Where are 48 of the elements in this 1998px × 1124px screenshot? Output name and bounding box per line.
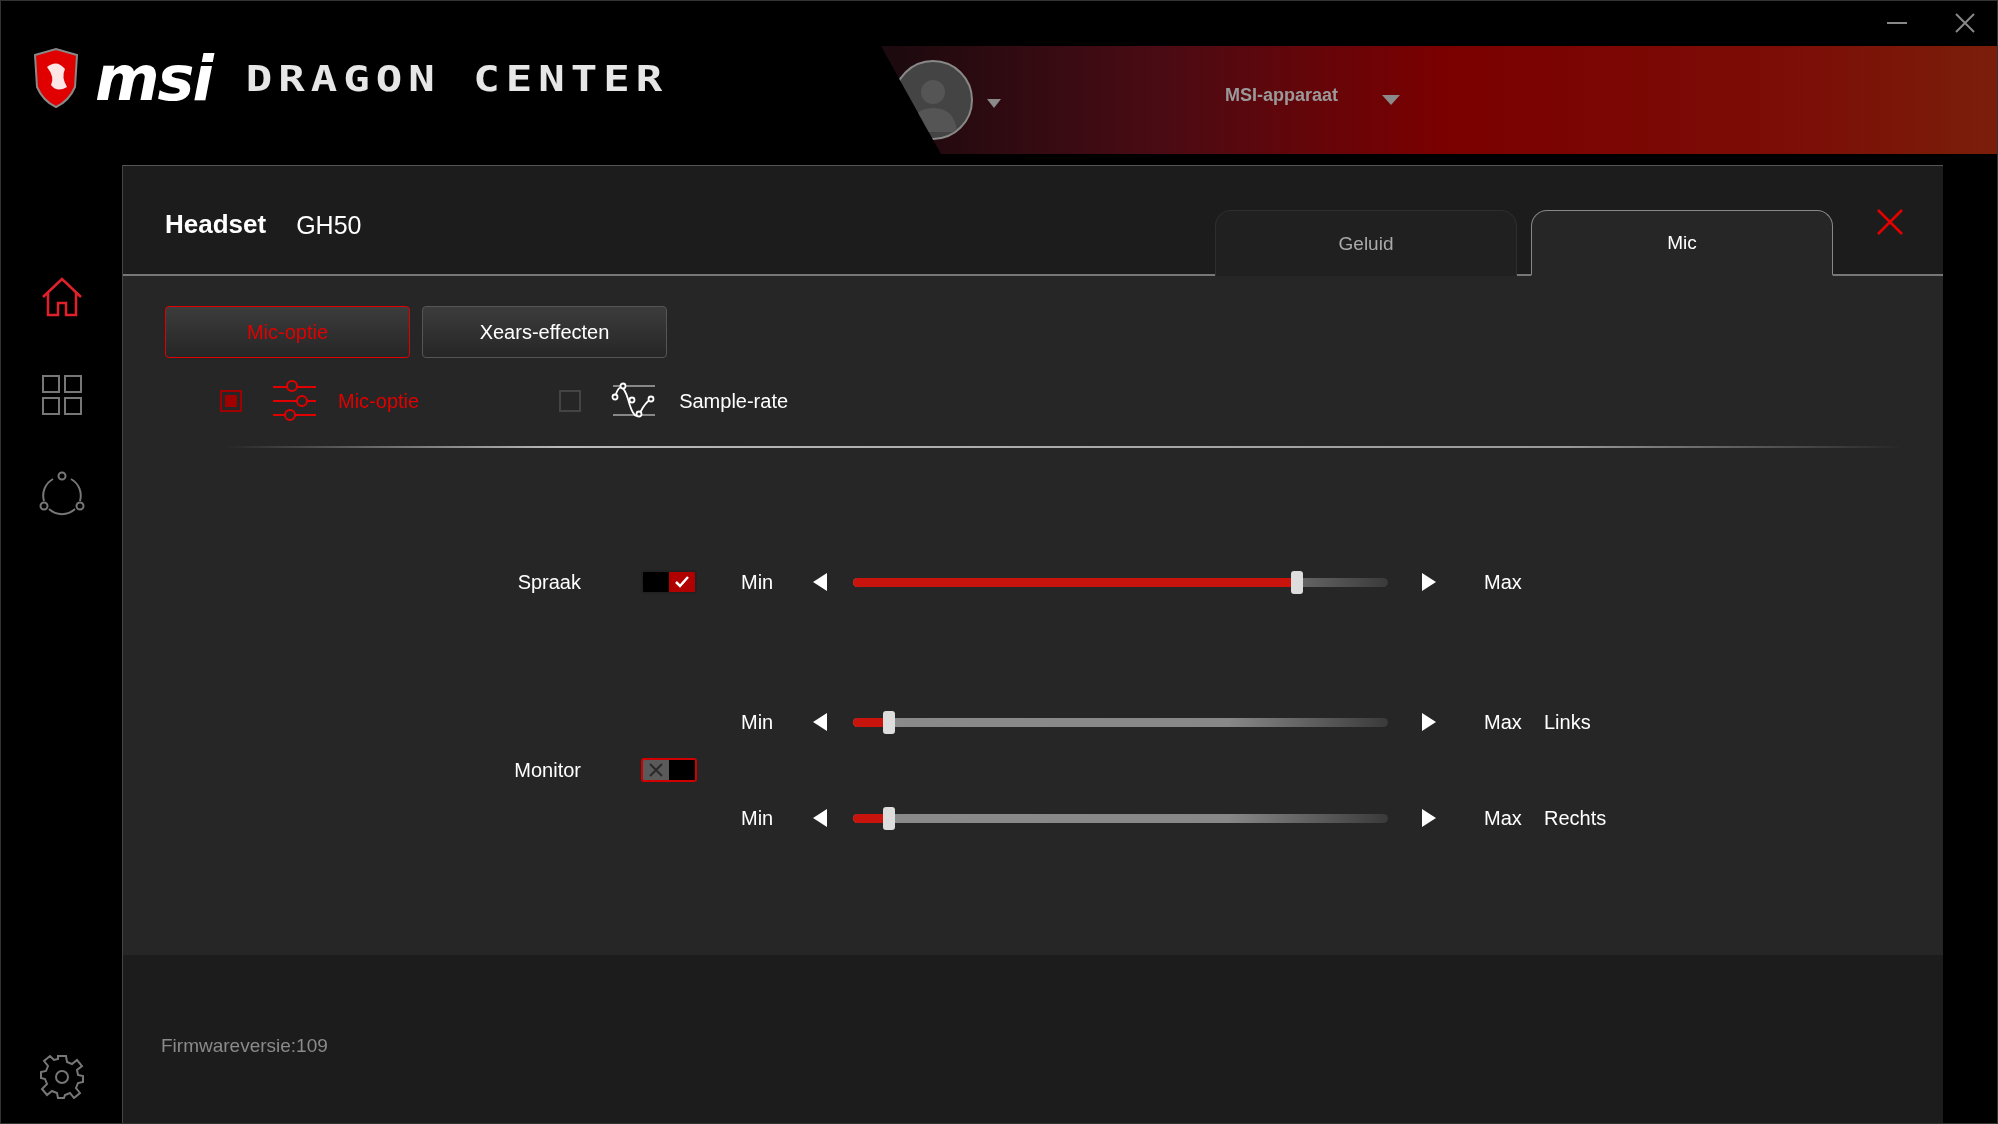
- cross-icon: [649, 763, 663, 777]
- channel-label: Rechts: [1544, 806, 1607, 830]
- control-label: Monitor: [514, 758, 581, 782]
- control-label: Spraak: [517, 570, 581, 594]
- channel-label: Links: [1544, 710, 1591, 734]
- option-label[interactable]: Sample-rate: [679, 389, 789, 413]
- close-icon[interactable]: [1955, 13, 1975, 33]
- tab[interactable]: Geluid: [1215, 210, 1517, 276]
- subtab-button[interactable]: Xears-effecten: [422, 306, 667, 358]
- minimize-icon[interactable]: [1887, 21, 1907, 25]
- slider-thumb[interactable]: [882, 806, 895, 830]
- settings-icon[interactable]: [38, 1053, 85, 1099]
- decrease-arrow-icon[interactable]: [813, 573, 827, 591]
- slider-thumb[interactable]: [882, 710, 895, 734]
- decrease-arrow-icon[interactable]: [813, 713, 827, 731]
- device-selector[interactable]: MSI-apparaat: [1225, 84, 1339, 106]
- grid-icon[interactable]: [41, 375, 82, 415]
- slider[interactable]: [853, 570, 1388, 594]
- network-icon[interactable]: [38, 471, 85, 517]
- max-label: Max: [1484, 806, 1523, 830]
- panel-title: Headset: [165, 208, 267, 240]
- caret-icon[interactable]: [987, 98, 1001, 108]
- increase-arrow-icon[interactable]: [1422, 713, 1436, 731]
- min-label: Min: [741, 570, 775, 594]
- checkbox[interactable]: [220, 390, 242, 412]
- decrease-arrow-icon[interactable]: [813, 809, 827, 827]
- caret-icon[interactable]: [1382, 95, 1401, 105]
- close-icon[interactable]: [1877, 209, 1903, 235]
- sliders-icon: [272, 379, 316, 423]
- toggle-switch[interactable]: [641, 570, 697, 594]
- tab[interactable]: Mic: [1531, 210, 1833, 276]
- model-name: GH50: [296, 210, 362, 240]
- min-label: Min: [741, 710, 775, 734]
- dragon-shield-logo-icon: [31, 47, 81, 109]
- checkbox[interactable]: [559, 390, 582, 412]
- brand-logo-text: msi: [95, 41, 212, 115]
- min-label: Min: [741, 806, 775, 830]
- max-label: Max: [1484, 570, 1523, 594]
- slider[interactable]: [853, 806, 1388, 830]
- slider-thumb[interactable]: [1291, 570, 1304, 594]
- check-icon: [675, 576, 689, 588]
- max-label: Max: [1484, 710, 1523, 734]
- product-logo-text: DRAGON CENTER: [245, 57, 669, 99]
- firmware-version: Firmwareversie:109: [161, 1035, 328, 1057]
- increase-arrow-icon[interactable]: [1422, 573, 1436, 591]
- toggle-switch[interactable]: [641, 758, 697, 782]
- increase-arrow-icon[interactable]: [1422, 809, 1436, 827]
- slider[interactable]: [853, 710, 1388, 734]
